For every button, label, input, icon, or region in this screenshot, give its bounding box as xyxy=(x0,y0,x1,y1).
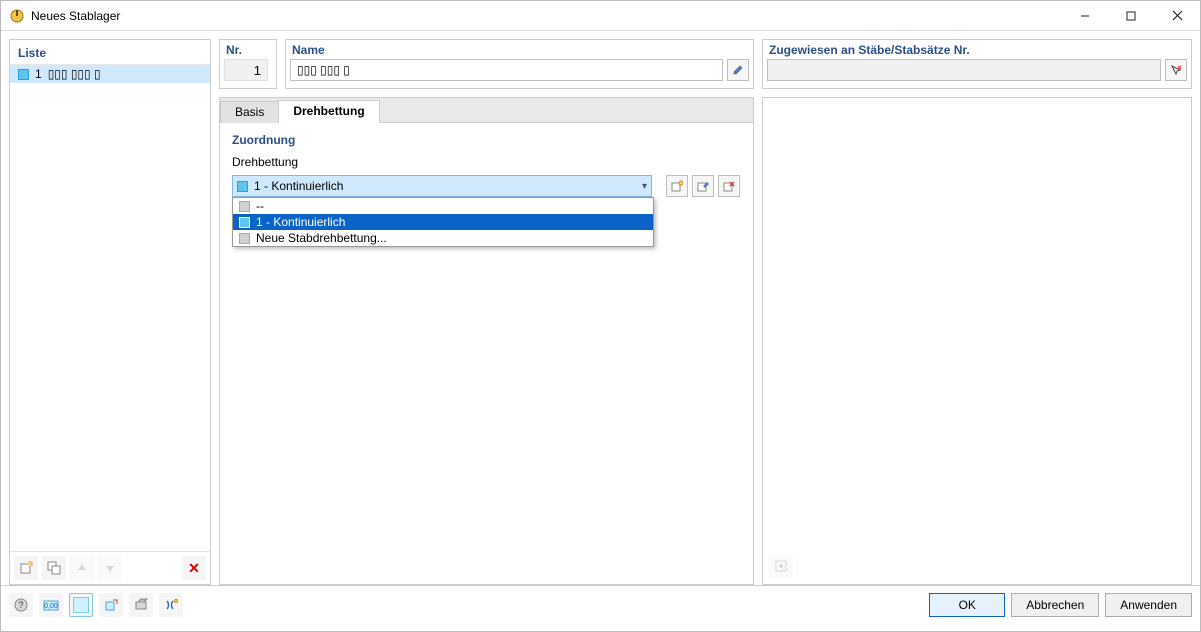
svg-text:0,00: 0,00 xyxy=(44,603,58,610)
item-marker-icon xyxy=(18,69,29,80)
preview-area xyxy=(762,97,1192,585)
assign-label: Zugewiesen an Stäbe/Stabsätze Nr. xyxy=(763,40,1191,59)
list-item[interactable]: 1 ▯▯▯ ▯▯▯ ▯ xyxy=(10,65,210,83)
delete-icon: ✕ xyxy=(188,560,200,577)
combo-marker-icon xyxy=(237,181,248,192)
window-buttons xyxy=(1062,1,1200,31)
script-button[interactable] xyxy=(159,593,183,617)
move-up-button xyxy=(70,556,94,580)
app-icon xyxy=(9,8,25,24)
close-button[interactable] xyxy=(1154,1,1200,31)
dropdown-item-none[interactable]: -- xyxy=(233,198,653,214)
main-area: Basis Drehbettung Zuordnung Drehbettung … xyxy=(219,97,754,585)
name-label: Name xyxy=(286,40,753,59)
option-marker-icon xyxy=(239,217,250,228)
list-toolbar: ✕ xyxy=(10,551,210,584)
drehbettung-dropdown[interactable]: -- 1 - Kontinuierlich Neue Stabdrehbettu… xyxy=(232,197,654,247)
svg-text:?: ? xyxy=(18,600,23,610)
list-header: Liste xyxy=(10,40,210,64)
option-label: Neue Stabdrehbettung... xyxy=(256,231,387,245)
option-label: -- xyxy=(256,199,264,213)
maximize-button[interactable] xyxy=(1108,1,1154,31)
option-marker-icon xyxy=(239,233,250,244)
nr-field: Nr. xyxy=(219,39,277,89)
list-item-num: 1 xyxy=(35,67,42,81)
minimize-button[interactable] xyxy=(1062,1,1108,31)
tab-bar: Basis Drehbettung xyxy=(220,98,753,122)
apply-button[interactable]: Anwenden xyxy=(1105,593,1192,617)
color-swatch-icon xyxy=(73,597,89,613)
drehbettung-label: Drehbettung xyxy=(232,155,741,169)
option-marker-icon xyxy=(239,201,250,212)
tab-drehbettung[interactable]: Drehbettung xyxy=(278,100,379,123)
dialog-bottom-bar: ? 0,00 OK Abbrechen Anwenden xyxy=(1,585,1200,623)
assign-input[interactable] xyxy=(767,59,1161,81)
delete-item-button[interactable]: ✕ xyxy=(182,556,206,580)
new-drehbettung-button[interactable] xyxy=(666,175,688,197)
pick-objects-button[interactable] xyxy=(1165,59,1187,81)
list-item-text: ▯▯▯ ▯▯▯ ▯ xyxy=(48,67,101,81)
nr-label: Nr. xyxy=(220,40,276,59)
edit-name-button[interactable] xyxy=(727,59,749,81)
edit-drehbettung-button[interactable] xyxy=(692,175,714,197)
dropdown-item-new[interactable]: Neue Stabdrehbettung... xyxy=(233,230,653,246)
section-zuordnung: Zuordnung xyxy=(232,133,741,147)
chevron-down-icon: ▾ xyxy=(642,181,647,192)
list-area[interactable]: 1 ▯▯▯ ▯▯▯ ▯ xyxy=(10,64,210,551)
combo-value: 1 - Kontinuierlich xyxy=(254,179,343,193)
new-item-button[interactable] xyxy=(14,556,38,580)
cancel-button[interactable]: Abbrechen xyxy=(1011,593,1099,617)
duplicate-item-button[interactable] xyxy=(42,556,66,580)
name-field: Name xyxy=(285,39,754,89)
tab-basis[interactable]: Basis xyxy=(220,101,279,123)
preview-settings-button xyxy=(769,554,793,578)
view-button[interactable] xyxy=(129,593,153,617)
units-button[interactable]: 0,00 xyxy=(39,593,63,617)
titlebar: Neues Stablager xyxy=(1,1,1200,31)
move-down-button xyxy=(98,556,122,580)
option-label: 1 - Kontinuierlich xyxy=(256,215,345,229)
nr-input xyxy=(224,59,268,81)
drehbettung-combo[interactable]: 1 - Kontinuierlich ▾ -- 1 - Kontinuierli… xyxy=(232,175,652,197)
dropdown-item-1[interactable]: 1 - Kontinuierlich xyxy=(233,214,653,230)
delete-drehbettung-button[interactable] xyxy=(718,175,740,197)
name-input[interactable] xyxy=(290,59,723,81)
help-button[interactable]: ? xyxy=(9,593,33,617)
window-title: Neues Stablager xyxy=(31,9,1062,23)
color-toggle-button[interactable] xyxy=(69,593,93,617)
graphics-button[interactable] xyxy=(99,593,123,617)
assign-field: Zugewiesen an Stäbe/Stabsätze Nr. xyxy=(762,39,1192,89)
ok-button[interactable]: OK xyxy=(929,593,1005,617)
list-panel: Liste 1 ▯▯▯ ▯▯▯ ▯ ✕ xyxy=(9,39,211,585)
